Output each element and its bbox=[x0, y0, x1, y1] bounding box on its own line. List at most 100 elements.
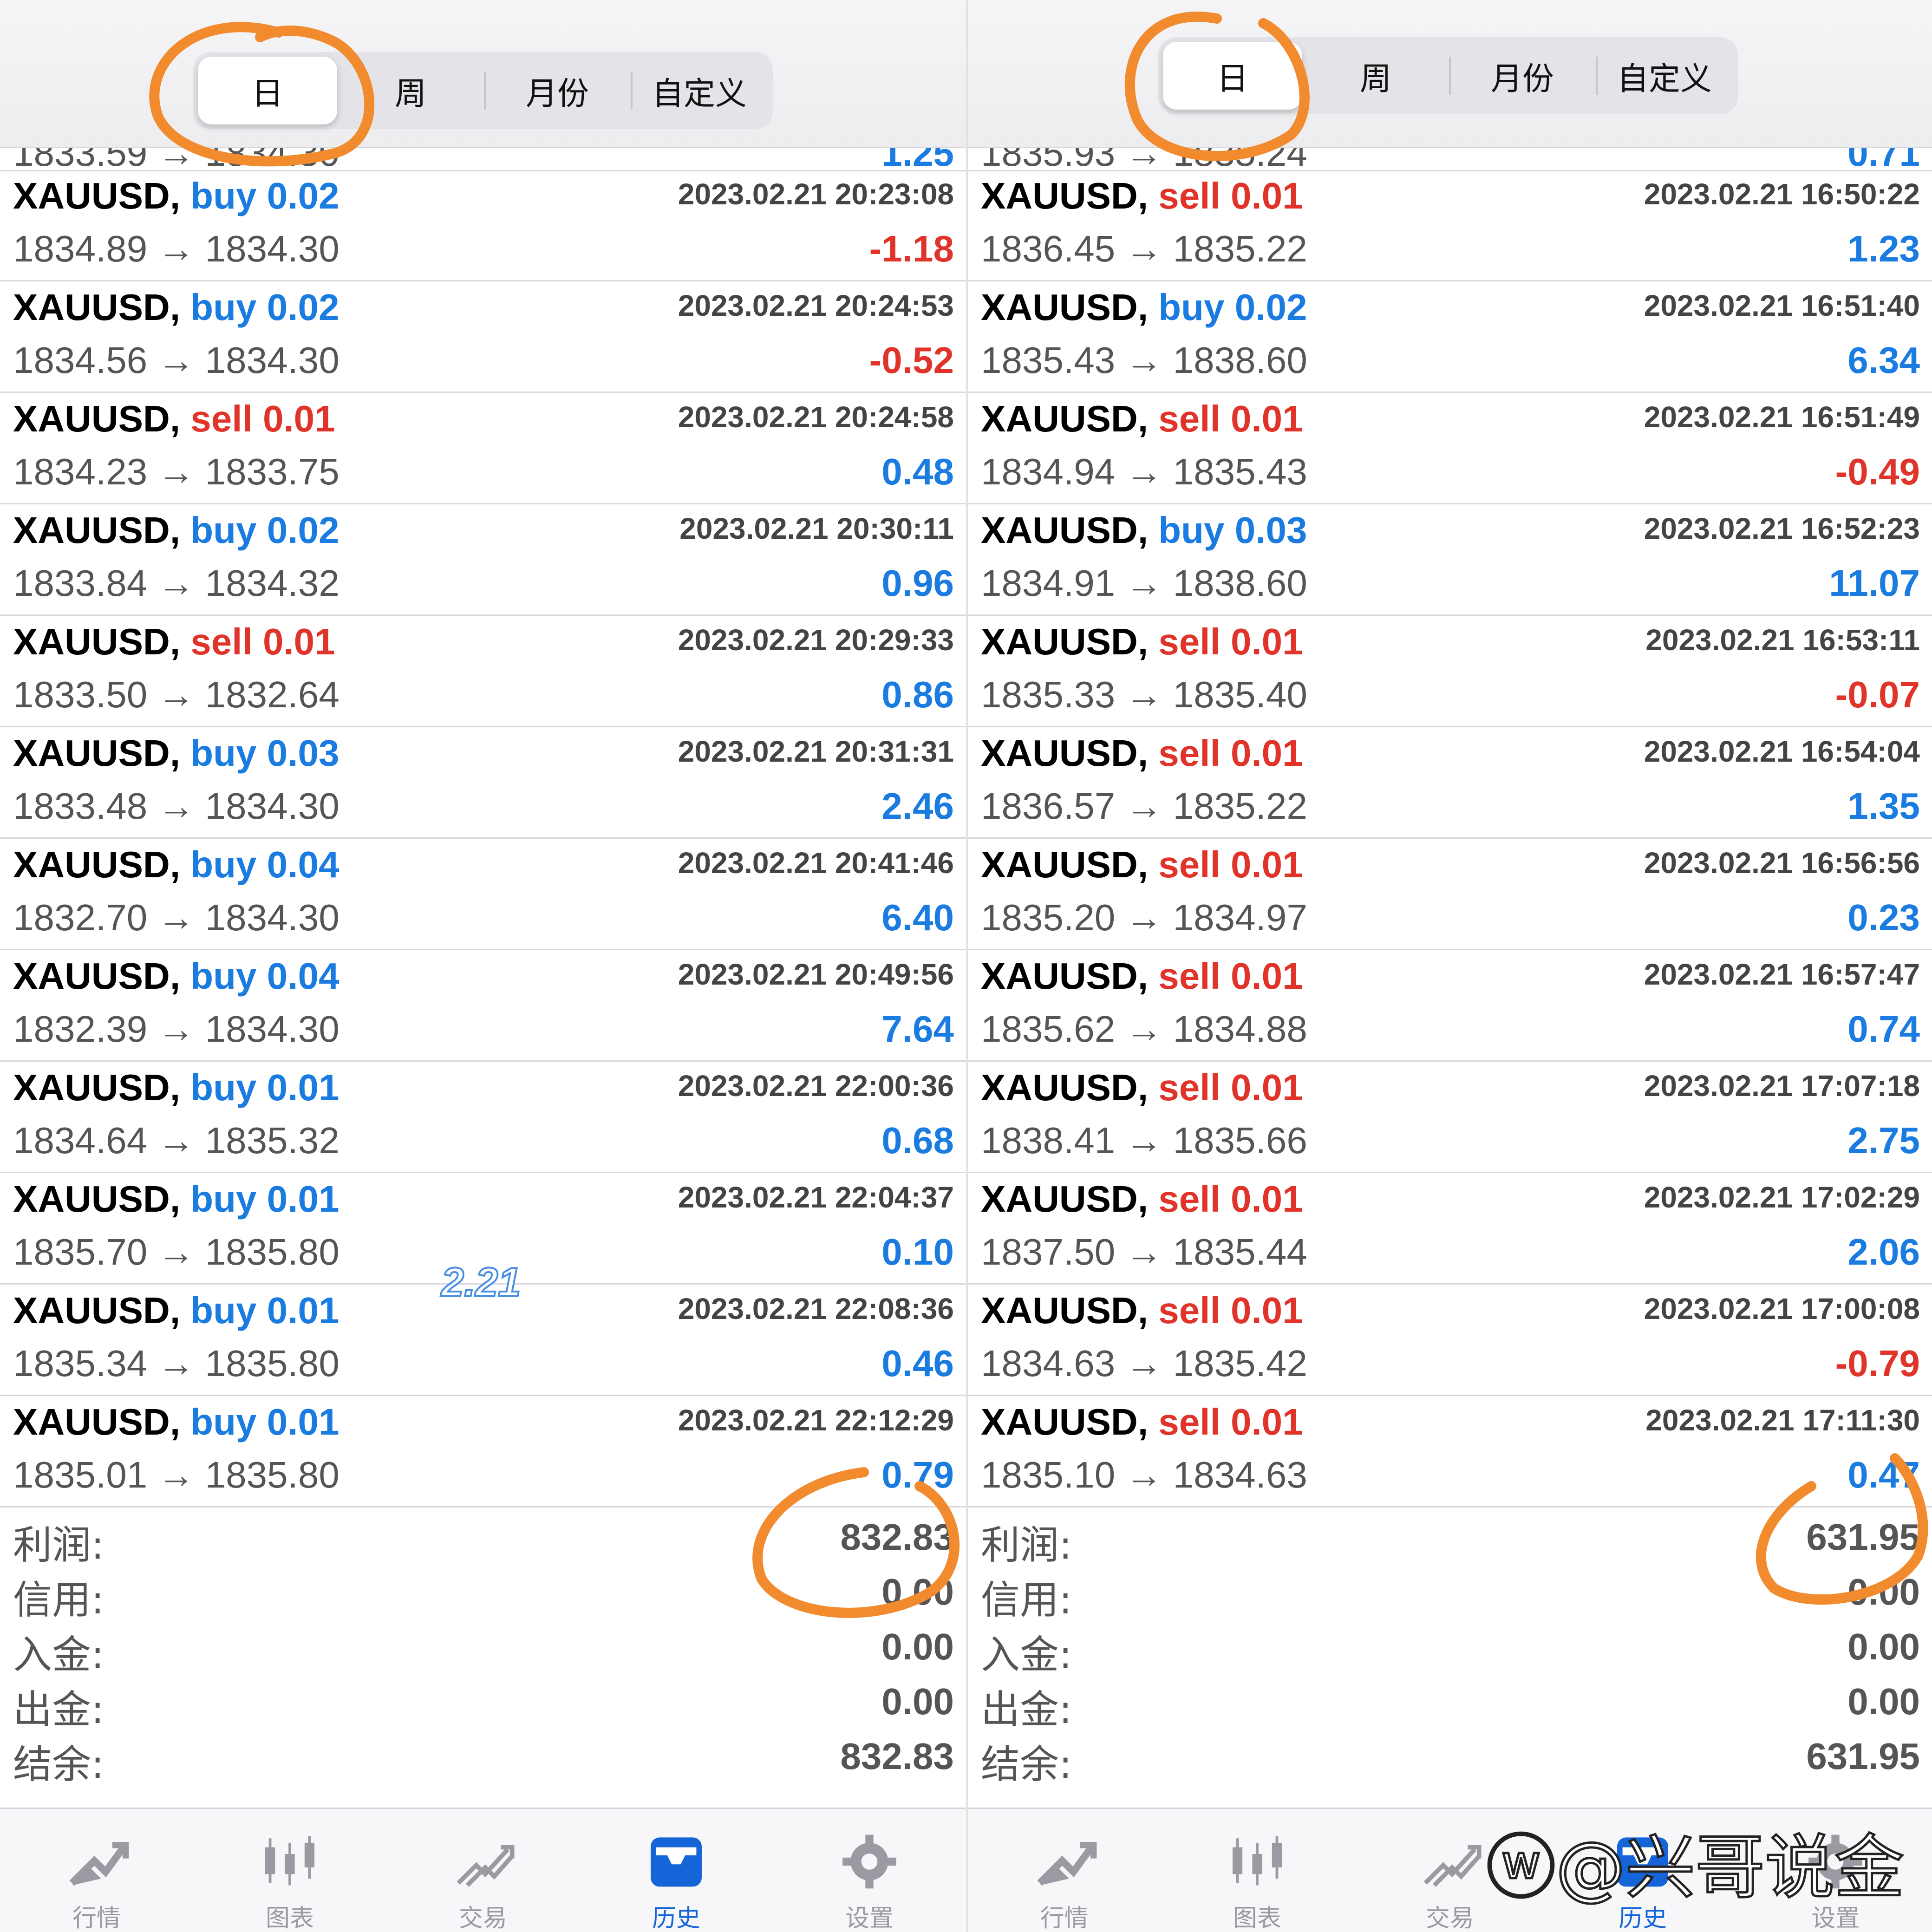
annotation-date: 2.21 bbox=[440, 1258, 522, 1306]
tab-month[interactable]: 月份 bbox=[1449, 42, 1596, 110]
deal-prices: 1835.20 → 1834.97 bbox=[981, 897, 1307, 938]
quotes-icon bbox=[1037, 1842, 1097, 1886]
deal-time: 2023.02.21 17:11:30 bbox=[1645, 1403, 1920, 1437]
symbol-name: XAUUSD, bbox=[13, 509, 181, 551]
deal-profit: 0.96 bbox=[881, 562, 954, 604]
tab-custom[interactable]: 自定义 bbox=[1596, 42, 1733, 110]
table-row[interactable]: XAUUSD, sell 0.01 2023.02.21 17:00:08 1834… bbox=[968, 1285, 1932, 1396]
table-row[interactable]: XAUUSD, buy 0.02 2023.02.21 20:23:08 1834.… bbox=[0, 170, 966, 281]
symbol-name: XAUUSD, bbox=[13, 1178, 181, 1220]
tab-month[interactable]: 月份 bbox=[484, 57, 631, 124]
deal-direction: buy bbox=[190, 844, 257, 885]
deal-list: XAUUSD, sell 0.01 2023.02.21 16:50:22 1836… bbox=[968, 170, 1932, 1508]
period-header: 日 周 月份 自定义 bbox=[968, 0, 1932, 148]
table-row[interactable]: XAUUSD, buy 0.02 2023.02.21 20:30:11 1833.… bbox=[0, 504, 966, 616]
deal-prices: 1834.23 → 1833.75 bbox=[13, 451, 339, 492]
summary-label: 出金: bbox=[981, 1687, 1072, 1732]
deal-profit: -1.18 bbox=[869, 228, 954, 269]
table-row[interactable]: XAUUSD, buy 0.01 2023.02.21 22:12:29 1835.… bbox=[0, 1396, 966, 1508]
tab-day[interactable]: 日 bbox=[198, 57, 337, 124]
deal-prices: 1835.70 → 1835.80 bbox=[13, 1231, 339, 1273]
table-row[interactable]: XAUUSD, buy 0.03 2023.02.21 20:31:31 1833.… bbox=[0, 727, 966, 839]
tab-chart[interactable]: 图表 bbox=[1161, 1809, 1353, 1932]
deal-profit: 0.48 bbox=[881, 451, 954, 492]
symbol-name: XAUUSD, bbox=[13, 1401, 181, 1442]
deal-volume: 0.01 bbox=[1230, 844, 1303, 885]
deal-direction: buy bbox=[1158, 509, 1225, 551]
tab-label: 图表 bbox=[1233, 1905, 1281, 1932]
summary-label: 入金: bbox=[13, 1632, 104, 1677]
tab-day[interactable]: 日 bbox=[1163, 42, 1302, 110]
tab-week[interactable]: 周 bbox=[1302, 42, 1449, 110]
deal-symbol: XAUUSD, sell 0.01 bbox=[981, 735, 1303, 772]
symbol-name: XAUUSD, bbox=[981, 1178, 1149, 1220]
summary-value: 0.00 bbox=[1847, 1681, 1920, 1722]
deal-time: 2023.02.21 16:57:47 bbox=[1644, 958, 1920, 991]
deal-time: 2023.02.21 20:24:58 bbox=[678, 400, 954, 434]
deal-profit: -0.79 bbox=[1835, 1343, 1920, 1384]
tab-quotes[interactable]: 行情 bbox=[968, 1809, 1161, 1932]
symbol-name: XAUUSD, bbox=[981, 1067, 1149, 1108]
table-row[interactable]: XAUUSD, buy 0.01 2023.02.21 22:00:36 1834.… bbox=[0, 1062, 966, 1173]
summary-value: 0.00 bbox=[1847, 1571, 1920, 1612]
table-row[interactable]: XAUUSD, sell 0.01 2023.02.21 16:57:47 1835… bbox=[968, 950, 1932, 1062]
tab-settings[interactable]: 设置 bbox=[773, 1809, 966, 1932]
table-row[interactable]: XAUUSD, sell 0.01 2023.02.21 17:11:30 1835… bbox=[968, 1396, 1932, 1508]
deal-time: 2023.02.21 20:23:08 bbox=[678, 177, 954, 211]
deal-time: 2023.02.21 16:51:49 bbox=[1644, 400, 1920, 434]
deal-profit: 0.47 bbox=[1847, 1454, 1920, 1495]
table-row[interactable]: XAUUSD, buy 0.04 2023.02.21 20:41:46 1832.… bbox=[0, 839, 966, 950]
symbol-name: XAUUSD, bbox=[13, 844, 181, 885]
summary-row: 入金: 0.00 bbox=[0, 1617, 966, 1677]
table-row[interactable]: XAUUSD, sell 0.01 2023.02.21 17:07:18 1838… bbox=[968, 1062, 1932, 1173]
settings-icon bbox=[842, 1834, 896, 1889]
tab-trade[interactable]: 交易 bbox=[386, 1809, 580, 1932]
table-row[interactable]: XAUUSD, buy 0.02 2023.02.21 20:24:53 1834.… bbox=[0, 281, 966, 393]
brand-watermark: ⓦ@兴哥说金 bbox=[1485, 1811, 1905, 1912]
table-row[interactable]: XAUUSD, sell 0.01 2023.02.21 16:56:56 1835… bbox=[968, 839, 1932, 950]
tab-chart[interactable]: 图表 bbox=[193, 1809, 386, 1932]
summary-value: 0.00 bbox=[881, 1626, 954, 1667]
deal-prices: 1833.48 → 1834.30 bbox=[13, 785, 339, 827]
table-row[interactable]: XAUUSD, sell 0.01 2023.02.21 17:02:29 1837… bbox=[968, 1173, 1932, 1285]
deal-volume: 0.02 bbox=[1234, 287, 1307, 328]
summary-row: 利润: 832.83 bbox=[0, 1508, 966, 1568]
deal-time: 2023.02.21 20:24:53 bbox=[678, 289, 954, 322]
tab-custom[interactable]: 自定义 bbox=[631, 57, 768, 124]
deal-direction: sell bbox=[190, 398, 253, 439]
tab-quotes[interactable]: 行情 bbox=[0, 1809, 193, 1932]
deal-volume: 0.01 bbox=[1230, 175, 1303, 216]
table-row[interactable]: XAUUSD, sell 0.01 2023.02.21 16:50:22 1836… bbox=[968, 170, 1932, 281]
symbol-name: XAUUSD, bbox=[13, 398, 181, 439]
table-row[interactable]: XAUUSD, buy 0.03 2023.02.21 16:52:23 1834.… bbox=[968, 504, 1932, 616]
table-row[interactable]: XAUUSD, sell 0.01 2023.02.21 16:53:11 1835… bbox=[968, 616, 1932, 727]
deal-volume: 0.01 bbox=[1230, 621, 1303, 662]
tab-history[interactable]: 历史 bbox=[580, 1809, 773, 1932]
deal-prices: 1835.10 → 1834.63 bbox=[981, 1454, 1307, 1495]
deal-profit: 0.10 bbox=[881, 1231, 954, 1273]
table-row[interactable]: XAUUSD, buy 0.04 2023.02.21 20:49:56 1832.… bbox=[0, 950, 966, 1062]
deal-volume: 0.02 bbox=[267, 175, 339, 216]
table-row[interactable]: XAUUSD, sell 0.01 2023.02.21 20:29:33 1833… bbox=[0, 616, 966, 727]
table-row[interactable]: XAUUSD, buy 0.02 2023.02.21 16:51:40 1835.… bbox=[968, 281, 1932, 393]
deal-direction: sell bbox=[1158, 732, 1221, 774]
deal-prices: 1834.94 → 1835.43 bbox=[981, 451, 1307, 492]
deal-volume: 0.01 bbox=[1230, 1290, 1303, 1331]
tab-week[interactable]: 周 bbox=[337, 57, 484, 124]
deal-profit: -0.07 bbox=[1835, 674, 1920, 715]
symbol-name: XAUUSD, bbox=[981, 955, 1149, 997]
deal-direction: buy bbox=[190, 1178, 257, 1220]
deal-volume: 0.01 bbox=[267, 1067, 339, 1108]
deal-profit: 1.23 bbox=[1847, 228, 1920, 269]
table-row[interactable]: XAUUSD, sell 0.01 2023.02.21 16:54:04 1836… bbox=[968, 727, 1932, 839]
quotes-icon bbox=[69, 1842, 129, 1886]
deal-profit: 11.07 bbox=[1829, 562, 1920, 604]
symbol-name: XAUUSD, bbox=[981, 1401, 1149, 1442]
deal-profit: 6.40 bbox=[881, 897, 954, 938]
table-row[interactable]: XAUUSD, sell 0.01 2023.02.21 20:24:58 1834… bbox=[0, 393, 966, 504]
table-row[interactable]: XAUUSD, sell 0.01 2023.02.21 16:51:49 1834… bbox=[968, 393, 1932, 504]
deal-symbol: XAUUSD, sell 0.01 bbox=[981, 846, 1303, 883]
deal-direction: sell bbox=[1158, 1401, 1221, 1442]
weibo-logo-icon: ⓦ bbox=[1485, 1827, 1557, 1910]
deal-direction: sell bbox=[1158, 175, 1221, 216]
